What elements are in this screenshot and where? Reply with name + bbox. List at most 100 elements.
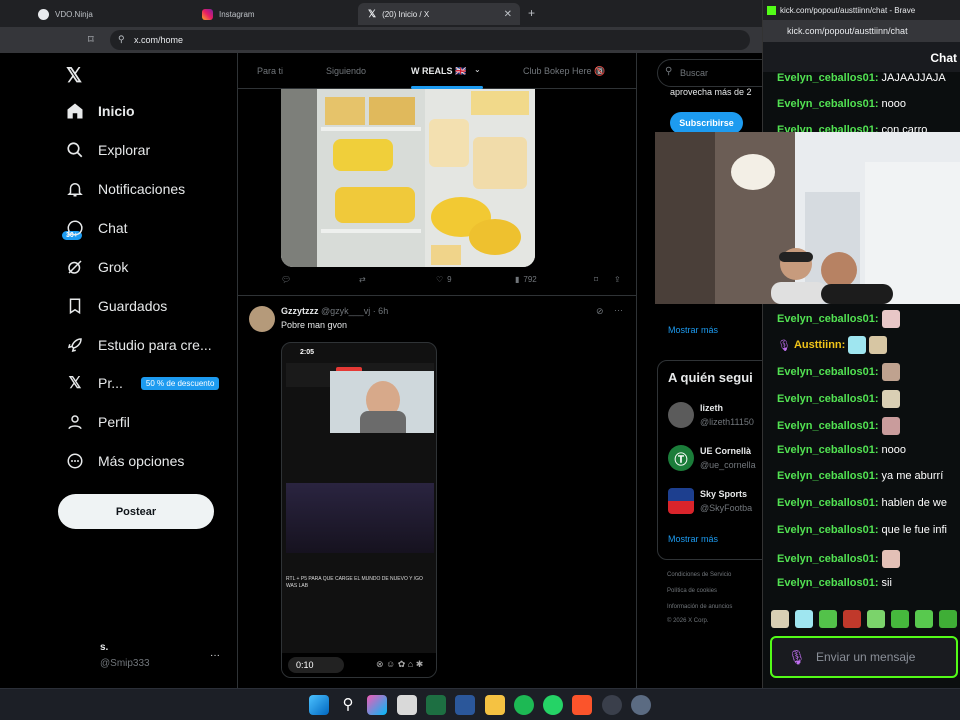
subscribe-button[interactable]: Subscribirse <box>670 112 743 134</box>
chat-username[interactable]: Evelyn_ceballos01: <box>777 393 879 405</box>
bookmark-icon[interactable]: ⌑ <box>88 33 94 46</box>
microphone-icon[interactable]: 🎙︎ <box>788 649 806 666</box>
sidebar-item-perfil[interactable]: Perfil <box>66 409 130 435</box>
emote-icon[interactable] <box>939 610 957 628</box>
chat-message: Evelyn_ceballos01: nooo <box>777 98 906 110</box>
kick-address-bar[interactable]: kick.com/popout/austtiinn/chat <box>763 20 960 42</box>
emote-icon[interactable] <box>795 610 813 628</box>
bell-icon <box>67 183 83 197</box>
tweet-image-fridge[interactable] <box>281 89 535 267</box>
account-name[interactable]: s. <box>100 642 108 653</box>
tab-vdo-ninja[interactable]: VDO.Ninja <box>28 3 188 25</box>
search-icon[interactable]: ⚲ <box>338 695 358 715</box>
store-icon[interactable] <box>397 695 417 715</box>
brave-icon[interactable] <box>572 695 592 715</box>
file-explorer-icon[interactable] <box>485 695 505 715</box>
tab-w-reals[interactable]: W REALS 🇬🇧 <box>411 66 466 77</box>
share-icon[interactable]: ⇪ <box>614 275 621 284</box>
chat-username[interactable]: Evelyn_ceballos01: <box>777 366 879 378</box>
left-sidebar: 𝕏 Inicio Explorar Notificaciones 30+ Cha… <box>0 53 237 688</box>
avatar[interactable] <box>249 306 275 332</box>
whatsapp-icon[interactable] <box>543 695 563 715</box>
tab-instagram[interactable]: Instagram <box>192 3 352 25</box>
emote-icon[interactable] <box>771 610 789 628</box>
reply-icon[interactable]: 💬︎ <box>281 275 291 284</box>
site-info-icon[interactable]: ⚲ <box>118 34 125 45</box>
retweet-icon[interactable]: ⇄ <box>359 275 366 284</box>
sidebar-item-chat[interactable]: Chat <box>66 215 128 241</box>
follow-handle: @SkyFootba <box>700 503 753 513</box>
view-count: 792 <box>523 275 537 284</box>
chat-username[interactable]: Evelyn_ceballos01: <box>777 497 879 509</box>
sidebar-item-notificaciones[interactable]: Notificaciones <box>66 176 185 202</box>
tab-club[interactable]: Club Bokep Here 🔞 <box>523 66 605 77</box>
copilot-icon[interactable] <box>367 695 387 715</box>
follow-name[interactable]: Sky Sports <box>700 489 747 499</box>
chat-username[interactable]: Evelyn_ceballos01: <box>777 420 879 432</box>
footer-link[interactable]: Información de anuncios <box>667 604 732 610</box>
tab-para-ti[interactable]: Para ti <box>257 66 283 76</box>
chat-username[interactable]: Austtiinn: <box>794 339 845 351</box>
grok-icon <box>68 260 82 274</box>
more-icon[interactable]: ··· <box>614 305 623 315</box>
tab-x-home[interactable]: 𝕏 (20) Inicio / X ✕ <box>358 3 520 25</box>
close-icon[interactable]: ✕ <box>504 9 512 20</box>
sidebar-item-inicio[interactable]: Inicio <box>66 98 135 124</box>
chat-username[interactable]: Evelyn_ceballos01: <box>777 98 879 110</box>
chat-username[interactable]: Evelyn_ceballos01: <box>777 444 879 456</box>
tab-siguiendo[interactable]: Siguiendo <box>326 66 366 76</box>
follow-name[interactable]: UE Cornellà <box>700 446 751 456</box>
url-field[interactable]: ⚲ x.com/home <box>110 30 750 50</box>
show-more-link[interactable]: Mostrar más <box>668 534 718 544</box>
sidebar-item-guardados[interactable]: Guardados <box>66 293 167 319</box>
chat-username[interactable]: Evelyn_ceballos01: <box>777 524 879 536</box>
footer-link[interactable]: Condiciones de Servicio <box>667 572 731 578</box>
new-tab-icon[interactable]: + <box>528 6 535 20</box>
emote-icon[interactable] <box>891 610 909 628</box>
chat-username[interactable]: Evelyn_ceballos01: <box>777 553 879 565</box>
settings-icon[interactable] <box>631 695 651 715</box>
emote-icon[interactable] <box>867 610 885 628</box>
like-button[interactable]: ♡ 9 <box>436 275 452 284</box>
follow-name[interactable]: lizeth <box>700 403 723 413</box>
tab-label: Instagram <box>219 9 255 19</box>
chat-username[interactable]: Evelyn_ceballos01: <box>777 313 879 325</box>
sidebar-item-mas-opciones[interactable]: Más opciones <box>66 448 184 474</box>
emote-icon[interactable] <box>819 610 837 628</box>
sky-sports-logo-icon[interactable] <box>668 488 694 514</box>
emoji-reactions-icon[interactable]: ⊗ ☺ ✿ ⌂ ✱ <box>376 659 423 670</box>
tweet-author[interactable]: Gzzytzzz <box>281 306 319 316</box>
spotify-icon[interactable] <box>514 695 534 715</box>
emote-icon <box>881 363 900 381</box>
sidebar-item-estudio[interactable]: Estudio para cre... <box>66 332 212 358</box>
sidebar-item-grok[interactable]: Grok <box>66 254 128 280</box>
browser-tab-bar: VDO.Ninja Instagram 𝕏 (20) Inicio / X ✕ … <box>0 0 762 27</box>
views-button[interactable]: ▮ 792 <box>515 275 537 284</box>
sidebar-item-explorar[interactable]: Explorar <box>66 137 150 163</box>
sidebar-item-premium[interactable]: 𝕏 Pr... 50 % de descuento <box>66 370 220 396</box>
excel-icon[interactable] <box>426 695 446 715</box>
chat-text: ya me aburrí <box>881 470 944 482</box>
start-icon[interactable] <box>309 695 329 715</box>
account-more-icon[interactable]: ··· <box>210 650 220 661</box>
obs-icon[interactable] <box>602 695 622 715</box>
chat-username[interactable]: Evelyn_ceballos01: <box>777 470 879 482</box>
chat-username[interactable]: Evelyn_ceballos01: <box>777 72 879 84</box>
chevron-down-icon[interactable]: ⌄ <box>474 65 481 74</box>
bookmark-icon[interactable]: ⌑ <box>594 275 598 284</box>
ue-cornella-logo-icon[interactable]: Ⓣ <box>668 445 694 471</box>
avatar[interactable] <box>668 402 694 428</box>
search-input[interactable]: ⚲ Buscar <box>657 59 777 87</box>
word-icon[interactable] <box>455 695 475 715</box>
emote-icon[interactable] <box>915 610 933 628</box>
post-button[interactable]: Postear <box>58 494 214 529</box>
emote-icon[interactable] <box>843 610 861 628</box>
footer-link[interactable]: Política de cookies <box>667 588 717 594</box>
tweet-video[interactable]: 2:05 RTL + P5 PARA QUE CARGE EL MUNDO DE… <box>281 342 437 678</box>
x-logo-icon[interactable]: 𝕏 <box>66 63 82 88</box>
grok-icon[interactable]: ⊘ <box>596 306 604 317</box>
show-more-link[interactable]: Mostrar más <box>668 325 718 335</box>
chat-message-input[interactable]: 🎙︎ Enviar un mensaje <box>770 636 958 678</box>
chat-username[interactable]: Evelyn_ceballos01: <box>777 577 879 589</box>
search-icon <box>67 142 83 158</box>
